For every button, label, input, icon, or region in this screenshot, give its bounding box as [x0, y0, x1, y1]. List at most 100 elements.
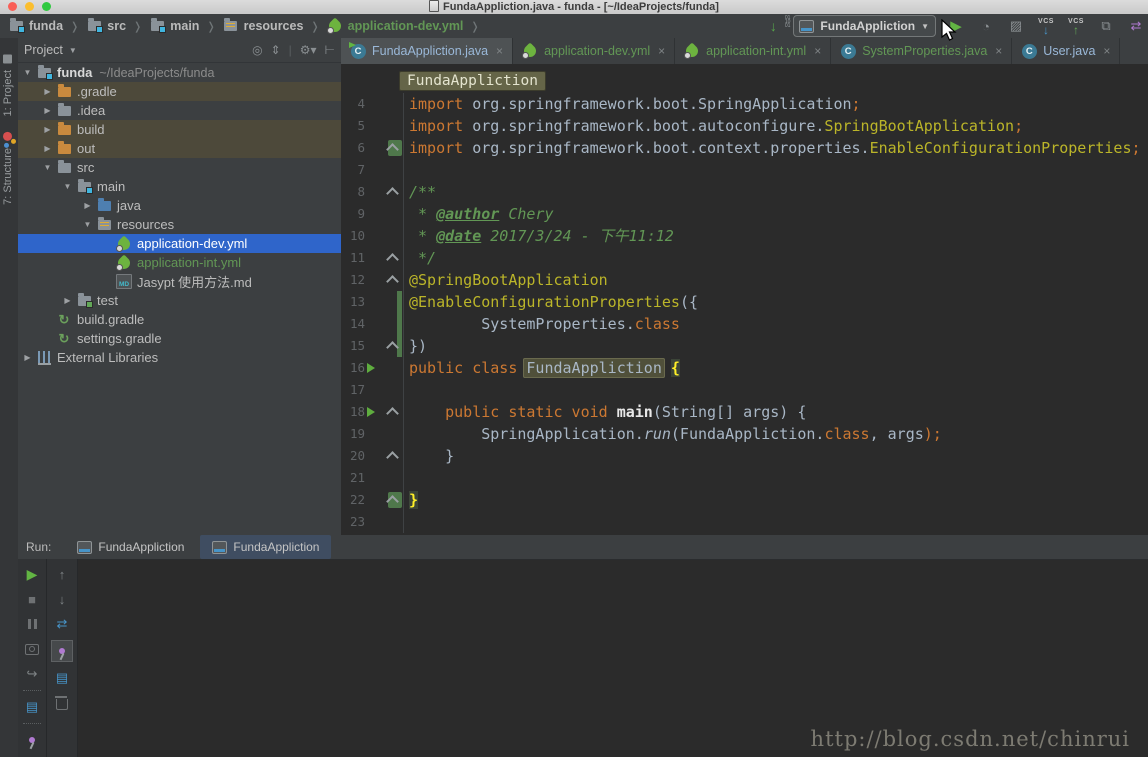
tree-item-settings.gradle[interactable]: ↻ settings.gradle [18, 329, 341, 348]
stop-button[interactable]: ■ [23, 590, 41, 608]
tool-button-structure[interactable]: 7: Structure [2, 126, 14, 205]
pin-icon[interactable] [23, 731, 41, 749]
chevron-expanded-icon[interactable]: ▼ [42, 163, 53, 172]
code-line-9[interactable]: 9 * @author Chery [341, 203, 1148, 225]
rerun-button[interactable]: ▶ [23, 565, 41, 583]
close-icon[interactable]: × [496, 44, 503, 58]
update-project-icon[interactable]: ↓ 01 10 01 [763, 16, 791, 36]
tool-button-project[interactable]: 1: Project [2, 48, 14, 116]
run-gutter-icon[interactable] [367, 407, 375, 417]
chevron-expanded-icon[interactable]: ▼ [62, 182, 73, 191]
close-icon[interactable]: × [658, 44, 665, 58]
run-with-coverage-icon[interactable]: ▨ [1006, 16, 1026, 36]
fold-marker-icon[interactable] [386, 253, 399, 266]
chevron-collapsed-icon[interactable]: ▶ [42, 106, 53, 115]
chevron-down-icon[interactable]: ▼ [69, 46, 77, 55]
tree-item-build.gradle[interactable]: ↻ build.gradle [18, 310, 341, 329]
code-line-10[interactable]: 10 * @date 2017/3/24 - 下午11:12 [341, 225, 1148, 247]
code-editor[interactable]: FundaAppliction 4 import org.springframew… [341, 64, 1148, 535]
chevron-collapsed-icon[interactable]: ▶ [42, 87, 53, 96]
vcs-commit-button[interactable]: VCS ↑ [1066, 16, 1086, 36]
chevron-expanded-icon[interactable]: ▼ [22, 68, 33, 77]
run-gutter-icon[interactable] [367, 363, 375, 373]
tab-application-int.yml[interactable]: application-int.yml × [675, 38, 832, 64]
close-icon[interactable]: × [1103, 44, 1110, 58]
chevron-expanded-icon[interactable]: ▼ [82, 220, 93, 229]
fold-marker-icon[interactable] [386, 275, 399, 288]
tab-FundaAppliction.java[interactable]: C FundaAppliction.java × [341, 38, 514, 64]
tree-item-.idea[interactable]: ▶ .idea [18, 101, 341, 120]
chevron-collapsed-icon[interactable]: ▶ [62, 296, 73, 305]
chevron-collapsed-icon[interactable]: ▶ [42, 125, 53, 134]
breadcrumb-item-funda[interactable]: funda [8, 18, 63, 34]
code-line-17[interactable]: 17 [341, 379, 1148, 401]
close-icon[interactable]: × [814, 44, 821, 58]
code-line-5[interactable]: 5 import org.springframework.boot.autocon… [341, 115, 1148, 137]
code-line-21[interactable]: 21 [341, 467, 1148, 489]
close-icon[interactable]: × [995, 44, 1002, 58]
tree-item-funda[interactable]: ▼ funda ~/IdeaProjects/funda [18, 63, 341, 82]
soft-wrap-button[interactable]: ⇄ [53, 615, 71, 633]
tree-item-test[interactable]: ▶ test [18, 291, 341, 310]
tree-item-application-int.yml[interactable]: application-int.yml [18, 253, 341, 272]
recent-changes-icon[interactable]: ⧉ [1096, 16, 1116, 36]
tree-item-application-dev.yml[interactable]: application-dev.yml [18, 234, 341, 253]
up-stack-trace-button[interactable]: ↑ [53, 565, 71, 583]
chevron-collapsed-icon[interactable]: ▶ [82, 201, 93, 210]
tree-item-java[interactable]: ▶ java [18, 196, 341, 215]
tree-item-build[interactable]: ▶ build [18, 120, 341, 139]
tree-item-main[interactable]: ▼ main [18, 177, 341, 196]
run-tab-0[interactable]: FundaAppliction [65, 535, 196, 559]
tab-SystemProperties.java[interactable]: C SystemProperties.java × [831, 38, 1013, 64]
code-line-16[interactable]: 16 public class FundaAppliction { [341, 357, 1148, 379]
fold-marker-icon[interactable] [386, 187, 399, 200]
down-stack-trace-button[interactable]: ↓ [53, 590, 71, 608]
breadcrumb-item-main[interactable]: main [149, 18, 199, 34]
collapse-all-icon[interactable]: ⇕ [271, 43, 281, 57]
clear-all-button[interactable] [53, 694, 71, 712]
print-button[interactable]: ▤ [53, 669, 71, 687]
fold-marker-icon[interactable] [386, 451, 399, 464]
sync-icon[interactable]: ⇄ [1126, 16, 1146, 36]
tree-item-Jasypt 使用方法.md[interactable]: MD Jasypt 使用方法.md [18, 272, 341, 291]
code-line-14[interactable]: 14 SystemProperties.class [341, 313, 1148, 335]
chevron-collapsed-icon[interactable]: ▶ [22, 353, 33, 362]
code-line-19[interactable]: 19 SpringApplication.run(FundaAppliction… [341, 423, 1148, 445]
coverage-icon[interactable]: ◔ [976, 16, 996, 36]
thread-dump-button[interactable] [23, 640, 41, 658]
code-line-23[interactable]: 23 [341, 511, 1148, 533]
tree-item-src[interactable]: ▼ src [18, 158, 341, 177]
show-console-button[interactable]: ▤ [23, 698, 41, 716]
gear-icon[interactable]: ⚙▾ [300, 43, 317, 57]
tree-item-resources[interactable]: ▼ resources [18, 215, 341, 234]
tab-application-dev.yml[interactable]: application-dev.yml × [513, 38, 676, 64]
hide-panel-icon[interactable]: ⊢ [325, 43, 335, 57]
tree-item-out[interactable]: ▶ out [18, 139, 341, 158]
pin-tab-button[interactable] [51, 640, 73, 662]
breadcrumb-item-resources[interactable]: resources [223, 18, 303, 34]
code-line-11[interactable]: 11 */ [341, 247, 1148, 269]
code-line-15[interactable]: 15}) [341, 335, 1148, 357]
code-line-7[interactable]: 7 [341, 159, 1148, 181]
code-line-4[interactable]: 4 import org.springframework.boot.SpringA… [341, 93, 1148, 115]
chevron-collapsed-icon[interactable]: ▶ [42, 144, 53, 153]
pause-output-button[interactable] [23, 615, 41, 633]
code-line-20[interactable]: 20 } [341, 445, 1148, 467]
code-line-6[interactable]: 6 import org.springframework.boot.context… [341, 137, 1148, 159]
fold-marker-icon[interactable] [386, 407, 399, 420]
code-line-18[interactable]: 18 public static void main(String[] args… [341, 401, 1148, 423]
code-line-22[interactable]: 22} [341, 489, 1148, 511]
breadcrumb-item-src[interactable]: src [86, 18, 126, 34]
code-line-12[interactable]: 12 @SpringBootApplication [341, 269, 1148, 291]
tree-item-External Libraries[interactable]: ▶ External Libraries [18, 348, 341, 367]
tab-User.java[interactable]: C User.java × [1012, 38, 1121, 64]
run-tab-1[interactable]: FundaAppliction [200, 535, 332, 559]
run-configuration-selector[interactable]: FundaAppliction ▼ [793, 15, 936, 37]
locate-icon[interactable]: ◎ [252, 43, 262, 57]
breadcrumb-item-application-dev.yml[interactable]: application-dev.yml [326, 17, 463, 35]
code-line-8[interactable]: 8 /** [341, 181, 1148, 203]
code-line-13[interactable]: 13 @EnableConfigurationProperties({ [341, 291, 1148, 313]
vcs-update-button[interactable]: VCS ↓ [1036, 16, 1056, 36]
exit-button[interactable]: ↪ [23, 665, 41, 683]
tree-item-.gradle[interactable]: ▶ .gradle [18, 82, 341, 101]
